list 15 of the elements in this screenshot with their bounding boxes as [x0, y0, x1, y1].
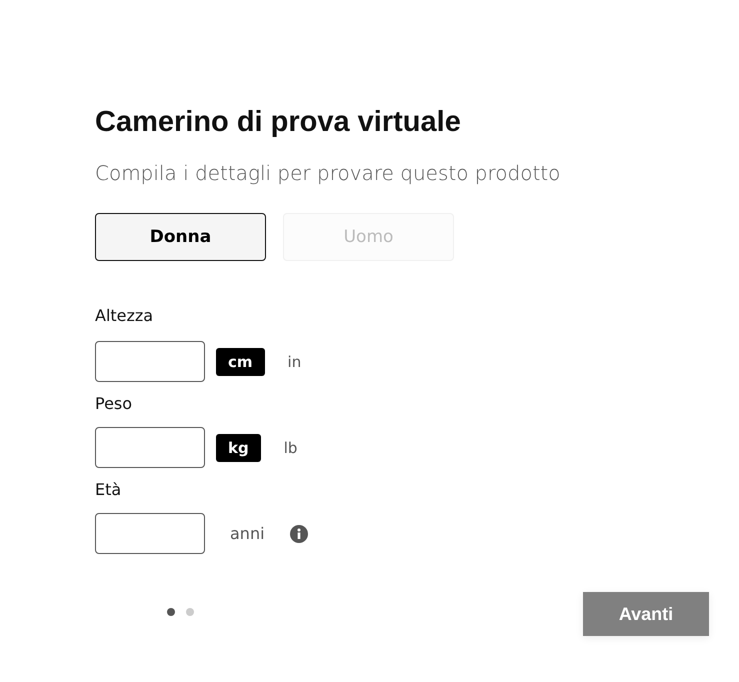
- field-label: Età: [95, 480, 122, 500]
- input-field[interactable]: [95, 427, 205, 468]
- subtitle: Compila i dettagli per provare questo prodotto: [95, 160, 562, 186]
- unit-toggle[interactable]: kg: [216, 434, 261, 462]
- info-icon[interactable]: [290, 524, 308, 542]
- field-label: Peso: [95, 394, 134, 414]
- unit-toggle[interactable]: lb: [272, 434, 310, 462]
- unit-label: anni: [230, 524, 265, 543]
- dialog-title: Camerino di prova virtuale: [95, 105, 462, 140]
- unit-toggle[interactable]: in: [276, 348, 314, 376]
- input-field[interactable]: [95, 341, 205, 382]
- unit-toggle[interactable]: cm: [216, 348, 265, 376]
- field-label: Altezza: [95, 306, 154, 326]
- gender-tab[interactable]: Donna: [95, 213, 266, 261]
- input-field[interactable]: [95, 513, 205, 554]
